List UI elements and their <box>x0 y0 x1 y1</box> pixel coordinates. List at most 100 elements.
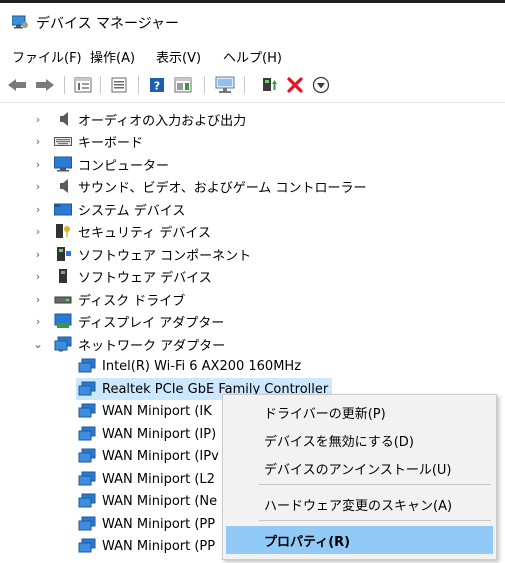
network-adapter-icon <box>78 358 96 373</box>
toolbar-separator <box>138 76 139 94</box>
tree-item-sound-video-game[interactable]: › サウンド、ビデオ、およびゲーム コントローラー <box>36 175 366 197</box>
list-icon[interactable] <box>108 74 130 96</box>
tree-item-label: コンピューター <box>78 158 170 174</box>
tree-item-label: WAN Miniport (Ne <box>102 493 218 509</box>
ctx-scan-hardware[interactable]: ハードウェア変更のスキャン(A) <box>223 490 496 518</box>
network-adapter-icon <box>78 538 96 553</box>
tree-item-wan-miniport[interactable]: WAN Miniport (IP) <box>78 423 216 445</box>
chevron-right-icon[interactable]: › <box>32 265 44 287</box>
keyboard-icon <box>54 137 72 146</box>
tree-item-label: ソフトウェア デバイス <box>78 270 212 286</box>
menu-bar: ファイル(F) 操作(A) 表示(V) ヘルプ(H) <box>0 42 505 66</box>
speaker-icon <box>60 112 68 126</box>
chevron-right-icon[interactable]: › <box>32 243 44 265</box>
tree-item-display-adapters[interactable]: › ディスプレイ アダプター <box>36 310 224 332</box>
tree-item-audio-io[interactable]: › オーディオの入力および出力 <box>36 108 246 130</box>
details-icon[interactable] <box>172 74 194 96</box>
ctx-properties[interactable]: プロパティ(R) <box>223 526 496 554</box>
network-adapter-icon <box>78 426 96 441</box>
tree-item-label: WAN Miniport (IPv <box>102 448 219 464</box>
toolbar-separator <box>64 76 65 94</box>
tree-item-label: キーボード <box>78 135 144 151</box>
forward-icon[interactable] <box>34 74 56 96</box>
tree-item-intel-wifi[interactable]: Intel(R) Wi-Fi 6 AX200 160MHz <box>78 355 301 377</box>
tree-item-wan-miniport[interactable]: WAN Miniport (PP <box>78 535 215 557</box>
software-component-icon <box>57 247 71 261</box>
monitor-scan-icon[interactable] <box>214 74 236 96</box>
device-manager-icon <box>12 15 28 29</box>
chevron-right-icon[interactable]: › <box>32 198 44 220</box>
uninstall-icon[interactable] <box>284 74 306 96</box>
tree-item-network-adapters[interactable]: ⌄ ネットワーク アダプター <box>33 333 225 355</box>
back-icon[interactable] <box>6 74 28 96</box>
tree-item-disk-drives[interactable]: › ディスク ドライブ <box>36 288 185 310</box>
tree-item-label: ソフトウェア コンポーネント <box>78 248 252 264</box>
chevron-right-icon[interactable]: › <box>32 220 44 242</box>
tree-item-label: Intel(R) Wi-Fi 6 AX200 160MHz <box>102 358 302 374</box>
computer-icon <box>54 156 72 172</box>
network-adapter-icon <box>78 493 96 508</box>
menu-view[interactable]: 表示(V) <box>154 47 203 66</box>
svg-text:?: ? <box>154 80 160 93</box>
toolbar: ? <box>0 68 505 103</box>
network-adapter-icon <box>78 516 96 531</box>
tree-item-software-devices[interactable]: › ソフトウェア デバイス <box>36 265 212 287</box>
tree-item-system-devices[interactable]: › システム デバイス <box>36 198 186 220</box>
ctx-separator <box>259 520 491 521</box>
tree-item-software-components[interactable]: › ソフトウェア コンポーネント <box>36 243 251 265</box>
tree-item-label: セキュリティ デバイス <box>78 225 211 241</box>
ctx-item-label: ハードウェア変更のスキャン(A) <box>264 498 453 514</box>
tree-item-label: オーディオの入力および出力 <box>78 113 247 129</box>
menu-action[interactable]: 操作(A) <box>88 47 137 66</box>
chevron-right-icon[interactable]: › <box>32 175 44 197</box>
tree-item-keyboard[interactable]: › キーボード <box>36 130 143 152</box>
tree-item-wan-miniport[interactable]: WAN Miniport (IPv <box>78 445 219 467</box>
update-driver-icon[interactable] <box>258 74 280 96</box>
tree-item-label: WAN Miniport (IK <box>102 403 212 419</box>
tree-item-label: ディスプレイ アダプター <box>78 315 225 331</box>
network-adapter-icon <box>78 381 96 396</box>
toolbar-separator <box>244 76 245 94</box>
ctx-separator <box>259 484 491 485</box>
tree-item-security-devices[interactable]: › セキュリティ デバイス <box>36 220 211 242</box>
ctx-item-label: ドライバーの更新(P) <box>264 406 386 422</box>
chevron-right-icon[interactable]: › <box>32 108 44 130</box>
tree-item-label: WAN Miniport (PP <box>102 516 216 532</box>
tree-item-wan-miniport[interactable]: WAN Miniport (Ne <box>78 490 217 512</box>
chevron-right-icon[interactable]: › <box>32 288 44 310</box>
ctx-item-label: デバイスを無効にする(D) <box>264 434 414 450</box>
ctx-update-driver[interactable]: ドライバーの更新(P) <box>223 398 496 426</box>
tree-item-wan-miniport[interactable]: WAN Miniport (PP <box>78 513 215 535</box>
tree-item-label: WAN Miniport (L2 <box>102 471 215 487</box>
disk-drive-icon <box>54 296 72 304</box>
ctx-uninstall-device[interactable]: デバイスのアンインストール(U) <box>223 454 496 482</box>
window-title: デバイス マネージャー <box>36 16 180 32</box>
context-menu: ドライバーの更新(P) デバイスを無効にする(D) デバイスのアンインストール(… <box>222 394 497 560</box>
toolbar-separator <box>100 76 101 94</box>
tree-item-label: WAN Miniport (IP) <box>102 426 217 442</box>
chevron-right-icon[interactable]: › <box>32 310 44 332</box>
tree-item-label: ディスク ドライブ <box>78 293 186 309</box>
system-folder-icon <box>54 203 72 216</box>
chevron-down-icon[interactable]: ⌄ <box>32 333 44 355</box>
software-device-icon <box>59 269 67 283</box>
tree-item-wan-miniport[interactable]: WAN Miniport (L2 <box>78 468 215 490</box>
ctx-disable-device[interactable]: デバイスを無効にする(D) <box>223 426 496 454</box>
menu-file[interactable]: ファイル(F) <box>10 47 84 66</box>
menu-help[interactable]: ヘルプ(H) <box>221 47 284 66</box>
title-bar: デバイス マネージャー <box>0 3 505 39</box>
network-adapter-icon <box>78 448 96 463</box>
download-icon[interactable] <box>310 74 332 96</box>
ctx-item-label: プロパティ(R) <box>264 534 351 550</box>
properties-view-icon[interactable] <box>72 74 94 96</box>
chevron-right-icon[interactable]: › <box>32 130 44 152</box>
help-icon[interactable]: ? <box>146 74 168 96</box>
network-adapter-icon <box>78 403 96 418</box>
chevron-right-icon[interactable]: › <box>32 153 44 175</box>
ctx-item-label: デバイスのアンインストール(U) <box>264 462 452 478</box>
speaker-icon <box>60 179 68 193</box>
tree-item-computer[interactable]: › コンピューター <box>36 153 169 175</box>
tree-item-wan-miniport[interactable]: WAN Miniport (IK <box>78 400 212 422</box>
network-adapter-icon <box>78 471 96 486</box>
security-key-icon <box>56 224 70 238</box>
